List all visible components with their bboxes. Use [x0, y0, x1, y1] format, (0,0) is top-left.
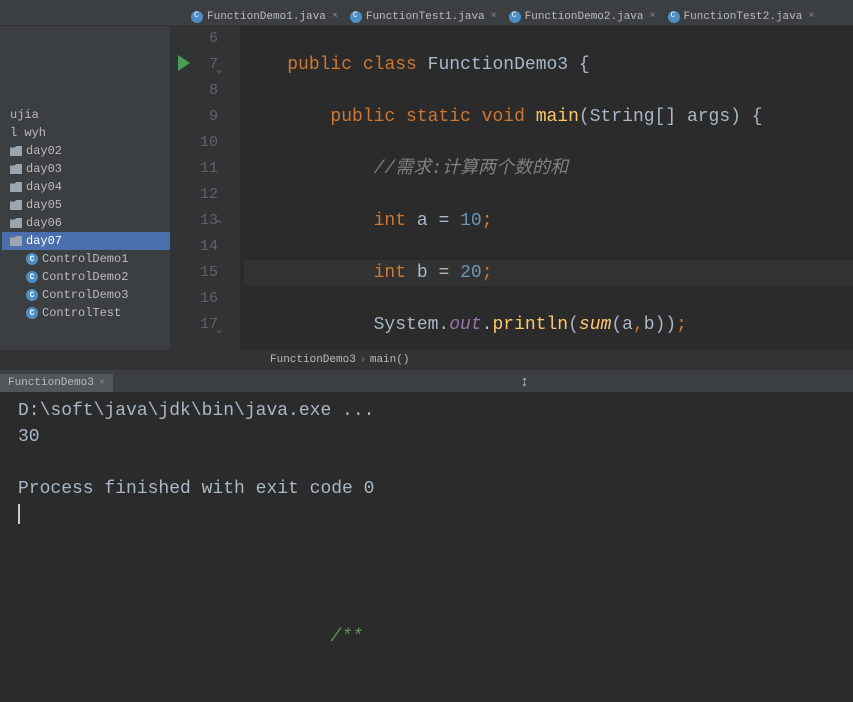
console-cursor-line	[18, 502, 835, 528]
tab-label: FunctionTest2.java	[684, 11, 803, 23]
code-area[interactable]: public class FunctionDemo3 { public stat…	[240, 26, 853, 350]
line-number: 17⌄	[170, 312, 240, 338]
label: day04	[26, 180, 62, 194]
label: day07	[26, 234, 62, 248]
gutter[interactable]: 6 7⌄ 8 9 10 11 12 13⌃ 14 15 16 17⌄	[170, 26, 240, 350]
class-icon	[26, 253, 38, 265]
line-number: 14	[170, 234, 240, 260]
console-line	[18, 450, 835, 476]
run-tab-label: FunctionDemo3	[8, 377, 94, 389]
folder-icon	[10, 218, 22, 228]
line-number: 6	[170, 26, 240, 52]
close-icon[interactable]: ×	[808, 11, 814, 22]
cursor-icon	[18, 504, 20, 524]
editor-tab[interactable]: FunctionDemo2.java ×	[503, 8, 662, 25]
code-editor[interactable]: 6 7⌄ 8 9 10 11 12 13⌃ 14 15 16 17⌄ publi…	[170, 26, 853, 350]
toolbar-area	[0, 0, 853, 8]
tab-label: FunctionTest1.java	[366, 11, 485, 23]
line-number: 12	[170, 182, 240, 208]
class-item[interactable]: ControlDemo1	[2, 250, 170, 268]
fold-icon[interactable]: ⌄	[214, 317, 224, 343]
class-icon	[191, 11, 203, 23]
line-number: 11	[170, 156, 240, 182]
label: day06	[26, 216, 62, 230]
console-output[interactable]: D:\soft\java\jdk\bin\java.exe ... 30 Pro…	[0, 392, 853, 552]
label: l wyh	[10, 126, 46, 140]
editor-tab-bar: FunctionDemo1.java× FunctionTest1.java× …	[0, 8, 853, 26]
tab-label: FunctionDemo2.java	[525, 11, 644, 23]
editor-tab[interactable]: FunctionTest1.java ×	[344, 8, 503, 25]
project-sidebar[interactable]: ujia l wyh day02 day03 day04 day05 day06…	[0, 26, 170, 350]
class-icon	[668, 11, 680, 23]
label: ControlDemo2	[42, 270, 128, 284]
console-line: 30	[18, 424, 835, 450]
folder-item[interactable]: day05	[2, 196, 170, 214]
run-tab[interactable]: FunctionDemo3 ×	[0, 374, 113, 392]
class-item[interactable]: ControlDemo2	[2, 268, 170, 286]
folder-item[interactable]: day04	[2, 178, 170, 196]
label: day03	[26, 162, 62, 176]
line-number: 7⌄	[170, 52, 240, 78]
folder-item[interactable]: day02	[2, 142, 170, 160]
tab-label: FunctionDemo1.java	[207, 11, 326, 23]
folder-icon	[10, 236, 22, 246]
folder-icon	[10, 146, 22, 156]
folder-icon	[10, 164, 22, 174]
class-item[interactable]: ControlTest	[2, 304, 170, 322]
sidebar-header	[0, 26, 170, 106]
line-number: 8	[170, 78, 240, 104]
console-exit: Process finished with exit code 0	[18, 476, 835, 502]
folder-item-selected[interactable]: day07	[2, 232, 170, 250]
label: day02	[26, 144, 62, 158]
class-icon	[26, 307, 38, 319]
class-icon	[26, 271, 38, 283]
class-icon	[350, 11, 362, 23]
label: ControlDemo3	[42, 288, 128, 302]
close-icon[interactable]: ×	[332, 11, 338, 22]
label: ujia	[10, 108, 39, 122]
class-icon	[509, 11, 521, 23]
folder-icon	[10, 200, 22, 210]
folder-icon	[10, 182, 22, 192]
close-icon[interactable]: ×	[99, 378, 105, 389]
class-item[interactable]: ControlDemo3	[2, 286, 170, 304]
line-number: 10	[170, 130, 240, 156]
resize-handle-icon[interactable]: ↕	[520, 374, 529, 391]
line-number: 16	[170, 286, 240, 312]
class-icon	[26, 289, 38, 301]
editor-tab[interactable]: FunctionTest2.java ×	[662, 8, 821, 25]
close-icon[interactable]: ×	[491, 11, 497, 22]
label: ControlDemo1	[42, 252, 128, 266]
line-number: 9	[170, 104, 240, 130]
tree-item[interactable]: l wyh	[2, 124, 170, 142]
editor-tab[interactable]: FunctionDemo1.java ×	[185, 8, 344, 25]
line-number: 15	[170, 260, 240, 286]
folder-item[interactable]: day06	[2, 214, 170, 232]
folder-item[interactable]: day03	[2, 160, 170, 178]
console-command: D:\soft\java\jdk\bin\java.exe ...	[18, 398, 835, 424]
label: day05	[26, 198, 62, 212]
close-icon[interactable]: ×	[650, 11, 656, 22]
line-number: 13⌃	[170, 208, 240, 234]
label: ControlTest	[42, 306, 121, 320]
tree-item[interactable]: ujia	[2, 106, 170, 124]
